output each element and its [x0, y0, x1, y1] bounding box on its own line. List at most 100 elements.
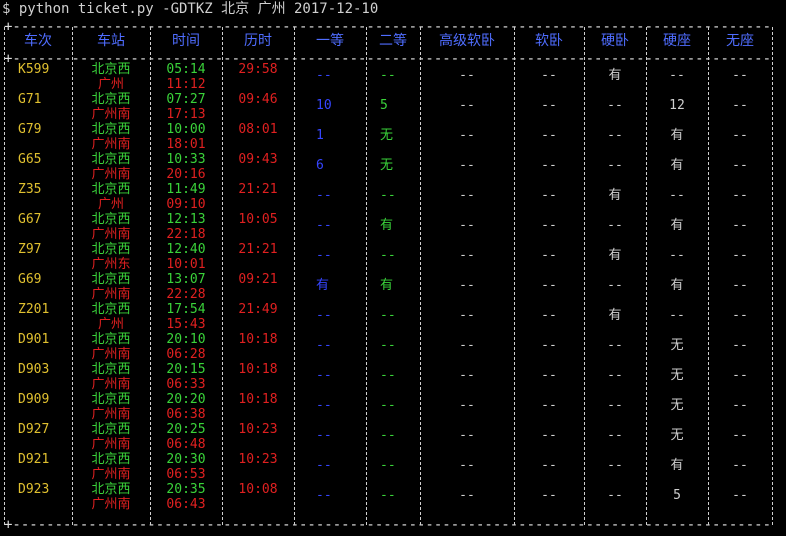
hard-seat-seats: 无 [670, 428, 684, 443]
hard-sleeper-seats: -- [607, 278, 623, 293]
no-seat-seats: -- [732, 428, 748, 443]
departure-station: 北京西 [91, 182, 131, 197]
table-border-bottom: +---------------------------------------… [4, 517, 772, 532]
deluxe-soft-sleeper-seats: -- [459, 158, 475, 173]
hard-seat-seats: -- [669, 248, 685, 263]
first-class-seats: 有 [316, 278, 330, 293]
arrival-time: 20:16 [166, 167, 206, 182]
departure-time: 07:27 [166, 92, 206, 107]
departure-time: 12:40 [166, 242, 206, 257]
train-number: D903 [18, 362, 50, 377]
duration: 10:18 [238, 362, 278, 377]
first-class-seats: -- [316, 368, 332, 383]
deluxe-soft-sleeper-seats: -- [459, 398, 475, 413]
deluxe-soft-sleeper-seats: -- [459, 128, 475, 143]
arrival-time: 22:28 [166, 287, 206, 302]
hard-seat-seats: 无 [670, 368, 684, 383]
hard-sleeper-seats: 有 [608, 308, 622, 323]
no-seat-seats: -- [732, 338, 748, 353]
no-seat-seats: -- [732, 458, 748, 473]
duration: 08:01 [238, 122, 278, 137]
deluxe-soft-sleeper-seats: -- [459, 368, 475, 383]
second-class-seats: -- [380, 488, 396, 503]
hard-sleeper-seats: 有 [608, 68, 622, 83]
train-number: G79 [18, 122, 42, 137]
first-class-seats: -- [316, 488, 332, 503]
departure-time: 20:10 [166, 332, 206, 347]
no-seat-seats: -- [732, 68, 748, 83]
hard-sleeper-seats: -- [607, 338, 623, 353]
hard-sleeper-seats: -- [607, 398, 623, 413]
arrival-station: 广州 [97, 77, 124, 92]
soft-sleeper-seats: -- [541, 338, 557, 353]
header-no-seat: 无座 [726, 33, 754, 49]
hard-sleeper-seats: -- [607, 488, 623, 503]
hard-seat-seats: 有 [670, 218, 684, 233]
duration: 09:46 [238, 92, 278, 107]
duration: 10:18 [238, 392, 278, 407]
arrival-station: 广州南 [91, 107, 131, 122]
deluxe-soft-sleeper-seats: -- [459, 98, 475, 113]
hard-sleeper-seats: 有 [608, 248, 622, 263]
train-number: D909 [18, 392, 50, 407]
departure-station: 北京西 [91, 392, 131, 407]
hard-seat-seats: -- [669, 68, 685, 83]
arrival-time: 11:12 [166, 77, 206, 92]
first-class-seats: -- [316, 308, 332, 323]
column-divider [772, 27, 774, 525]
header-hard-seat: 硬座 [663, 33, 691, 49]
soft-sleeper-seats: -- [541, 368, 557, 383]
header-duration: 历时 [244, 33, 272, 49]
departure-station: 北京西 [91, 362, 131, 377]
duration: 10:23 [238, 452, 278, 467]
deluxe-soft-sleeper-seats: -- [459, 68, 475, 83]
second-class-seats: -- [380, 458, 396, 473]
hard-seat-seats: 无 [670, 338, 684, 353]
arrival-station: 广州南 [91, 137, 131, 152]
departure-station: 北京西 [91, 332, 131, 347]
departure-station: 北京西 [91, 212, 131, 227]
soft-sleeper-seats: -- [541, 248, 557, 263]
header-second-class: 二等 [379, 33, 407, 49]
soft-sleeper-seats: -- [541, 458, 557, 473]
departure-time: 10:33 [166, 152, 206, 167]
departure-time: 05:14 [166, 62, 206, 77]
second-class-seats: -- [380, 248, 396, 263]
arrival-station: 广州南 [91, 497, 131, 512]
departure-time: 10:00 [166, 122, 206, 137]
arrival-station: 广州南 [91, 407, 131, 422]
arrival-station: 广州 [97, 317, 124, 332]
deluxe-soft-sleeper-seats: -- [459, 188, 475, 203]
departure-time: 20:15 [166, 362, 206, 377]
hard-sleeper-seats: -- [607, 128, 623, 143]
terminal-prompt: $ python ticket.py -GDTKZ 北京 广州 2017-12-… [2, 1, 379, 17]
train-number: G69 [18, 272, 42, 287]
header-station: 车站 [97, 33, 125, 49]
duration: 21:21 [238, 182, 278, 197]
duration: 10:18 [238, 332, 278, 347]
soft-sleeper-seats: -- [541, 398, 557, 413]
hard-sleeper-seats: 有 [608, 188, 622, 203]
second-class-seats: 5 [380, 98, 388, 113]
hard-seat-seats: 12 [669, 98, 685, 113]
departure-time: 20:20 [166, 392, 206, 407]
duration: 21:21 [238, 242, 278, 257]
soft-sleeper-seats: -- [541, 98, 557, 113]
arrival-time: 06:38 [166, 407, 206, 422]
departure-station: 北京西 [91, 122, 131, 137]
train-number: K599 [18, 62, 50, 77]
no-seat-seats: -- [732, 308, 748, 323]
header-soft-sleeper: 软卧 [535, 33, 563, 49]
train-number: G65 [18, 152, 42, 167]
deluxe-soft-sleeper-seats: -- [459, 218, 475, 233]
hard-seat-seats: 有 [670, 158, 684, 173]
arrival-station: 广州南 [91, 377, 131, 392]
train-number: Z35 [18, 182, 42, 197]
arrival-time: 06:33 [166, 377, 206, 392]
train-number: D921 [18, 452, 50, 467]
arrival-time: 06:53 [166, 467, 206, 482]
departure-station: 北京西 [91, 62, 131, 77]
departure-station: 北京西 [91, 242, 131, 257]
soft-sleeper-seats: -- [541, 488, 557, 503]
no-seat-seats: -- [732, 368, 748, 383]
